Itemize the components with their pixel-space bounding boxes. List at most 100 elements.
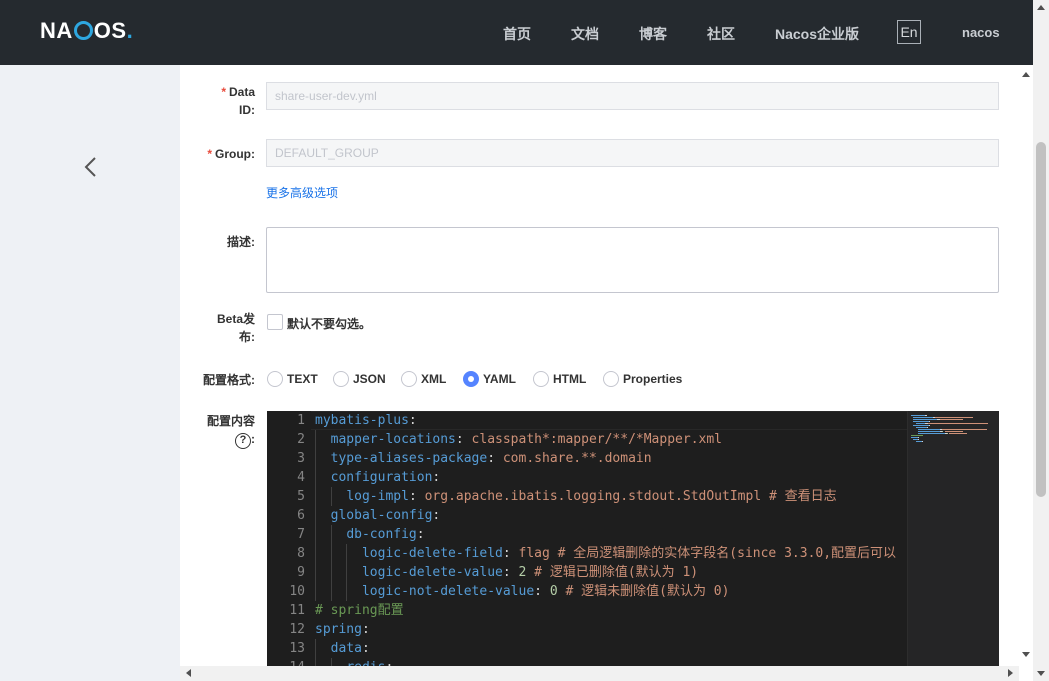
minimap-line [918,431,940,432]
scrollbar-thumb[interactable] [1036,142,1046,497]
required-mark: * [221,85,226,99]
beta-checkbox[interactable] [267,314,283,330]
more-advanced-options-link[interactable]: 更多高级选项 [266,184,338,201]
data-id-input[interactable]: share-user-dev.yml [266,82,999,110]
code-text: type-aliases-package: com.share.**.domai… [315,449,652,468]
minimap-line [929,421,931,422]
code-token: com.share.**.domain [502,451,652,466]
indent-guide [315,658,316,666]
code-token: : [432,508,441,523]
code-line[interactable]: 6 global-config: [267,506,907,525]
indent-guide [330,563,332,582]
code-line[interactable]: 3 type-aliases-package: com.share.**.dom… [267,449,907,468]
format-radio-json[interactable]: JSON [333,371,386,387]
minimap-line [913,419,938,420]
code-token: # 逻辑未删除值(默认为 0) [557,584,730,599]
minimap-line [911,435,923,436]
code-token: logic-not-delete-value [361,584,535,599]
code-token: 0 [549,584,558,599]
code-text: # spring配置 [315,601,404,620]
code-editor[interactable]: 1 mybatis-plus: 2 mapper-locations: classp… [267,411,999,666]
code-line[interactable]: 13 data: [267,639,907,658]
code-token: configuration [330,470,433,485]
code-line[interactable]: 4 configuration: [267,468,907,487]
description-textarea[interactable] [266,227,999,293]
indent-guide [346,544,348,563]
code-line[interactable]: 10 logic-not-delete-value: 0 # 逻辑未删除值(默认… [267,582,907,601]
beta-label: Beta发 布: [216,312,255,344]
nav-home[interactable]: 首页 [503,24,531,44]
minimap-line [918,439,920,440]
code-token: : [432,470,441,485]
format-radio-text[interactable]: TEXT [267,371,318,387]
left-panel [0,65,180,681]
code-token: data [330,641,362,656]
code-line[interactable]: 1 mybatis-plus: [267,411,907,430]
nav-community[interactable]: 社区 [707,24,735,44]
description-label: 描述: [227,235,255,249]
code-line[interactable]: 8 logic-delete-field: flag # 全局逻辑删除的实体字段… [267,544,907,563]
code-token: : [408,413,417,428]
nav-docs[interactable]: 文档 [571,24,599,44]
indent-guide [330,544,332,563]
nav-blog[interactable]: 博客 [639,24,667,44]
page: NA OS. 首页 文档 博客 社区 Nacos企业版 En nacos * Dat… [0,0,1049,681]
language-toggle-button[interactable]: En [897,20,921,44]
code-line[interactable]: 2 mapper-locations: classpath*:mapper/**… [267,430,907,449]
nacos-logo[interactable]: NA OS. [40,18,133,44]
minimap-line [939,419,963,420]
chevron-left-icon[interactable] [80,155,100,179]
line-number: 5 [297,489,305,504]
user-name[interactable]: nacos [962,25,1000,40]
format-radio-xml[interactable]: XML [401,371,446,387]
group-input[interactable]: DEFAULT_GROUP [266,139,999,167]
minimap-line [925,415,927,416]
line-number: 9 [297,565,305,580]
indent-guide [315,525,316,544]
indent-guide [315,639,316,658]
editor-minimap[interactable] [907,411,999,666]
format-label: 配置格式: [203,373,255,387]
indent-guide [315,582,316,601]
indent-guide [346,563,348,582]
minimap-line [942,429,987,430]
code-line[interactable]: 14 redis: [267,658,907,666]
question-circle-icon[interactable]: ? [235,433,251,449]
scroll-right-arrow-icon[interactable] [1008,669,1013,677]
scroll-down-arrow-icon[interactable] [1022,652,1030,657]
format-radio-html[interactable]: HTML [533,371,586,387]
code-text: configuration: [315,468,441,487]
scroll-left-arrow-icon[interactable] [186,669,191,677]
nav-enterprise[interactable]: Nacos企业版 [775,24,859,44]
code-line[interactable]: 7 db-config: [267,525,907,544]
code-text: logic-delete-field: flag # 全局逻辑删除的实体字段名(… [315,544,896,563]
horizontal-scrollbar[interactable] [180,666,1019,681]
vertical-scrollbar[interactable] [1033,0,1049,681]
indent-guide [330,658,332,666]
code-token: db-config [346,527,417,542]
format-radio-yaml[interactable]: YAML [463,371,516,387]
code-line[interactable]: 11 # spring配置 [267,601,907,620]
code-line[interactable]: 12 spring: [267,620,907,639]
scroll-up-arrow-icon[interactable] [1022,72,1030,77]
code-token: : [361,622,370,637]
line-number: 11 [289,603,305,618]
code-text: data: [315,639,370,658]
format-radio-properties[interactable]: Properties [603,371,682,387]
code-text: logic-not-delete-value: 0 # 逻辑未删除值(默认为 0… [315,582,729,601]
content-label: 配置内容 ?: [195,412,255,449]
line-number: 10 [289,584,305,599]
scroll-down-arrow-icon[interactable] [1037,671,1045,676]
indent-guide [315,506,316,525]
code-line[interactable]: 5 log-impl: org.apache.ibatis.logging.st… [267,487,907,506]
code-line[interactable]: 9 logic-delete-value: 2 # 逻辑已删除值(默认为 1) [267,563,907,582]
minimap-line [926,427,928,428]
radio-circle [267,371,283,387]
code-token: global-config [330,508,433,523]
minimap-line [918,429,940,430]
scroll-up-arrow-icon[interactable] [1037,5,1045,10]
